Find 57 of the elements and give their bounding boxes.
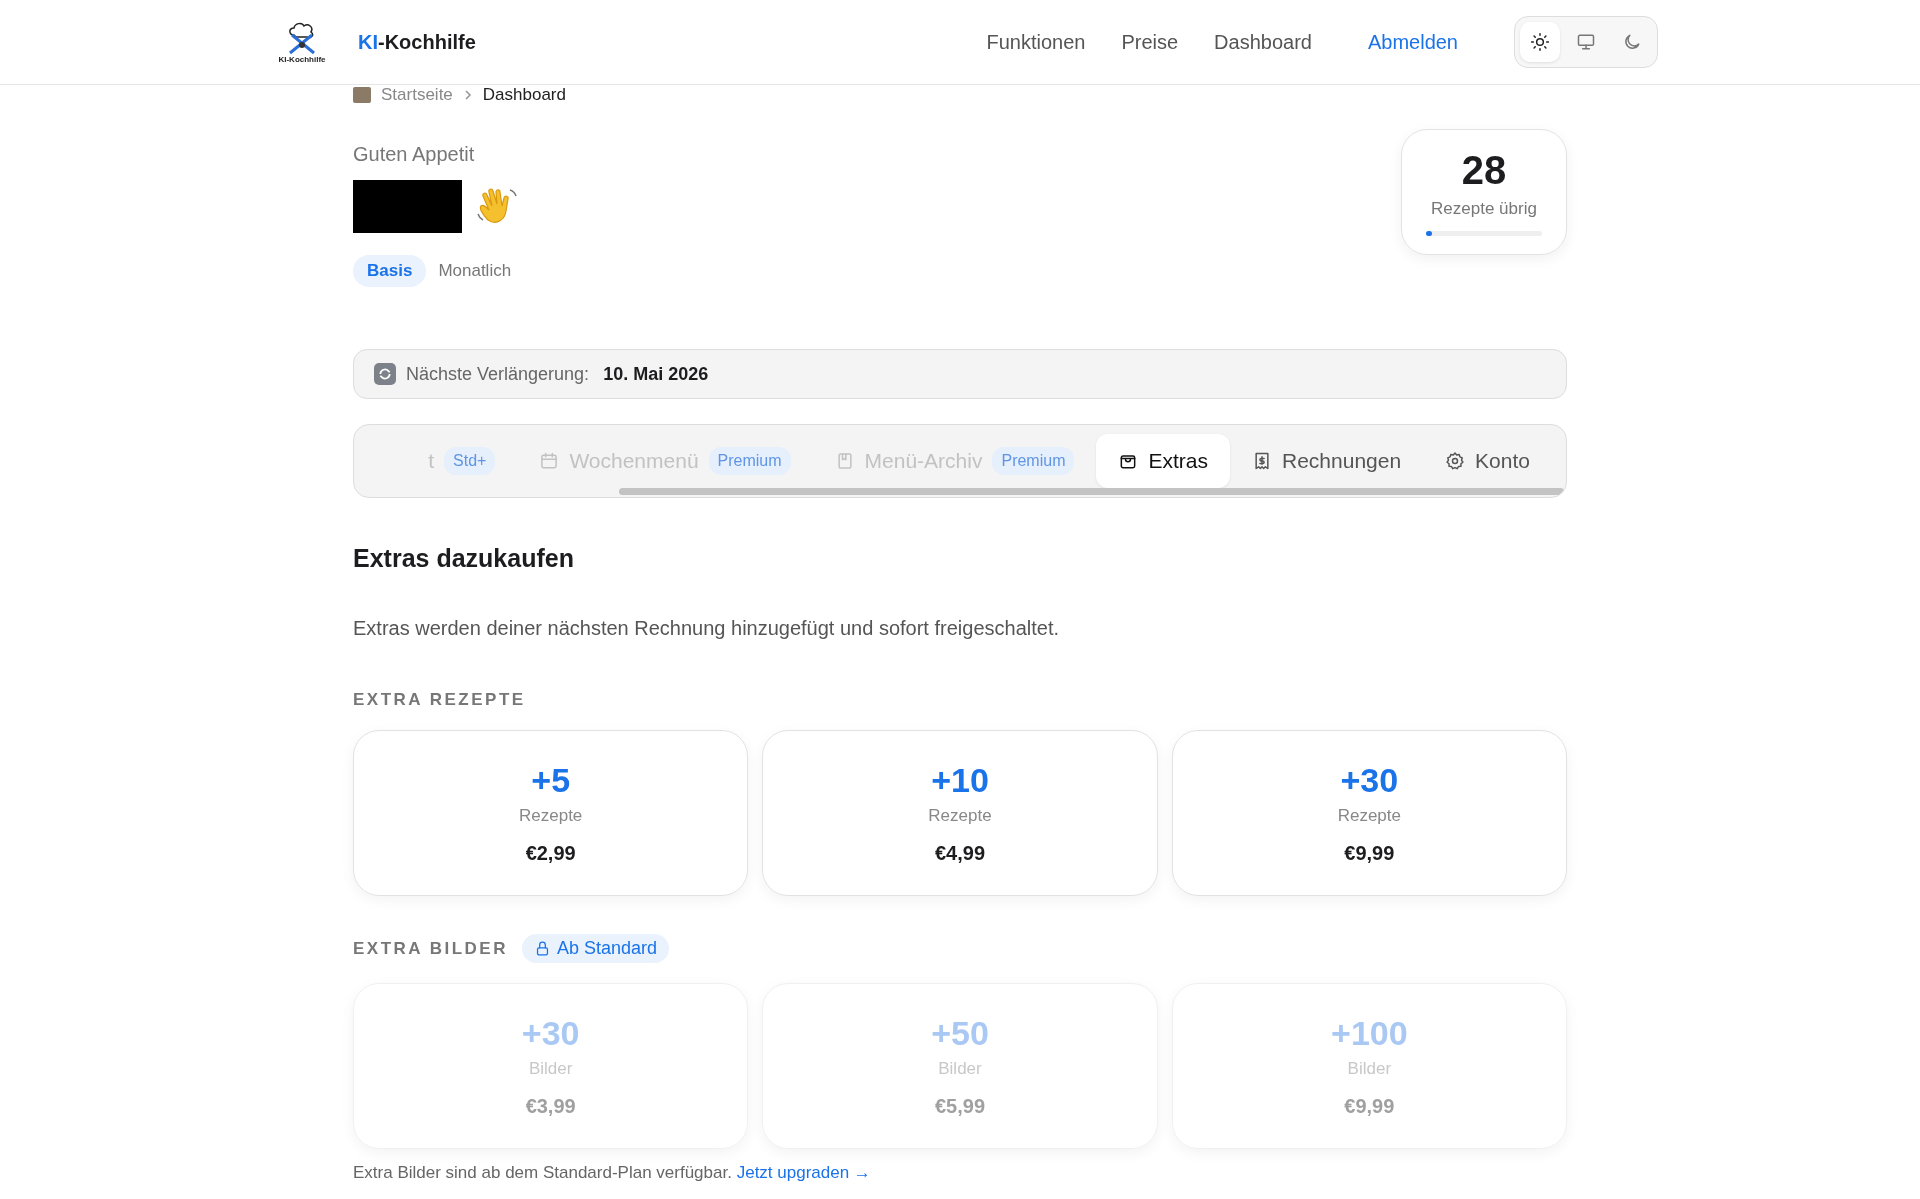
tab[interactable]: Extras [1096,434,1230,488]
extra-price: €5,99 [934,1095,985,1118]
quota-value: 28 [1461,148,1507,193]
plan-tag: Premium [708,447,791,475]
brand-name[interactable]: KI-Kochhilfe [358,30,476,54]
renewal-date: 10. Mai 2026 [603,363,709,385]
extra-amount: +30 [1340,761,1399,800]
refresh-icon [374,363,396,385]
receipt-icon [1252,451,1272,471]
extra-price: €4,99 [934,842,985,865]
renewal-label: Nächste Verlängerung: [406,363,590,385]
moon-icon [1622,32,1642,52]
extra-amount: +10 [931,761,989,800]
plan-requirement-badge: Ab Standard [522,934,670,963]
monitor-icon [1576,32,1596,52]
theme-button[interactable] [1520,22,1560,62]
nav-link[interactable]: Funktionen [986,30,1086,54]
extra-card[interactable]: +10 Rezepte €4,99 [762,730,1158,896]
logout-link[interactable]: Abmelden [1367,30,1458,54]
extra-card[interactable]: +30 Rezepte €9,99 [1171,730,1567,896]
greeting: Guten Appetit [353,143,476,166]
plan-badge: Basis [353,255,427,287]
nav-link[interactable]: Preise [1121,30,1179,54]
gear-icon [1445,451,1466,471]
extra-price: €2,99 [525,842,576,865]
upgrade-note: Extra Bilder sind ab dem Standard-Plan verfügbar. Jetzt upgraden → [353,1163,872,1183]
extra-amount: +100 [1331,1014,1408,1053]
chef-logo[interactable]: KI-Kochhilfe [276,20,328,64]
breadcrumb-link[interactable]: Startseite [381,85,453,105]
scrollbar-thumb[interactable] [619,488,1564,495]
billing-period: Monatlich [438,261,512,281]
plan-tag: Premium [992,447,1075,475]
extra-amount: +50 [931,1014,989,1053]
extra-unit: Rezepte [1337,806,1401,826]
lock-icon [534,940,551,957]
tab[interactable]: Konto [1423,434,1552,488]
extra-price: €9,99 [1344,1095,1395,1118]
section-title: Extras dazukaufen [353,544,575,573]
sun-icon [1530,32,1550,52]
group-title: EXTRA BILDER [353,938,508,959]
quota-label: Rezepte übrig [1431,199,1537,219]
extra-unit: Rezepte [519,806,583,826]
section-description: Extras werden deiner nächsten Rechnung hinzugefügt und sofort freigeschaltet. [353,617,1060,640]
plan-tag: Std+ [444,447,496,475]
extra-price: €9,99 [1344,842,1395,865]
extra-amount: +5 [531,761,571,800]
extra-amount: +30 [521,1014,580,1053]
breadcrumb-link[interactable]: Dashboard [482,85,566,105]
extra-price: €3,99 [525,1095,576,1118]
tab[interactable]: Rechnungen [1230,434,1424,488]
group-title: EXTRA REZEPTE [353,690,526,710]
extra-card[interactable]: +5 Rezepte €2,99 [353,730,749,896]
upgrade-link[interactable]: Jetzt upgraden → [736,1163,871,1182]
calendar-icon [539,451,560,471]
extra-unit: Rezepte [928,806,992,826]
nav-link[interactable]: Dashboard [1214,30,1312,54]
chevron-icon [462,89,473,101]
